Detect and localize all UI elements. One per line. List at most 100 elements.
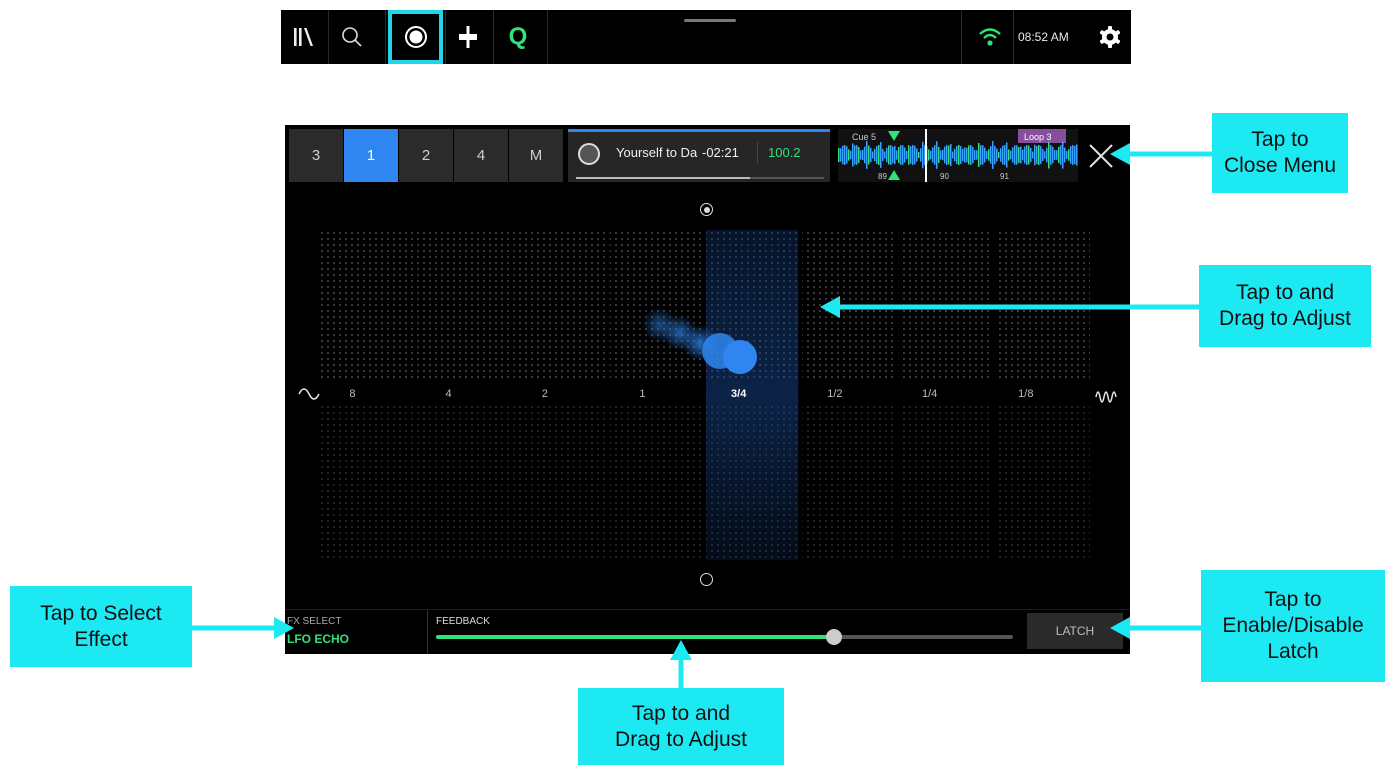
waveform-bar: [994, 145, 996, 165]
album-art: [578, 143, 600, 165]
rate-scale: 8 4 2 1 3/4 1/2 1/4 1/8: [345, 388, 1085, 404]
track-info[interactable]: Yourself to Dance -02:21 100.2: [568, 129, 830, 182]
waveform-bar: [1068, 149, 1070, 161]
deck-tab-2[interactable]: 2: [399, 129, 453, 182]
bottom-controls: FX SELECT LFO ECHO FEEDBACK LATCH: [285, 609, 1130, 654]
waveform-bar: [1010, 150, 1012, 160]
callout-close-menu: Tap to Close Menu: [1212, 113, 1348, 193]
clock: 08:52 AM: [1018, 30, 1069, 44]
rate-label: 1/2: [827, 388, 843, 400]
waveform-bar: [892, 146, 894, 164]
waveform-bar: [956, 145, 958, 165]
waveform-overview[interactable]: Cue 5 Loop 3 89 90 91: [838, 129, 1078, 182]
quantize-icon: Q: [508, 23, 528, 50]
waveform-bar: [1062, 141, 1064, 169]
fx-select-value: LFO ECHO: [287, 632, 349, 646]
deck-tab-1[interactable]: 1: [344, 129, 398, 182]
waveform-bar: [1076, 144, 1078, 166]
waveform-bar: [996, 148, 998, 162]
rate-label: 4: [445, 388, 452, 400]
waveform-bar: [874, 148, 876, 162]
waveform-bar: [1036, 145, 1038, 165]
waveform-bar: [888, 145, 890, 165]
feedback-slider-thumb[interactable]: [826, 629, 843, 645]
waveform-bar: [1024, 146, 1026, 164]
split-button[interactable]: [445, 10, 491, 64]
fx-button[interactable]: [388, 10, 443, 64]
waveform-bar: [866, 141, 868, 169]
fast-wave-icon: [1095, 391, 1117, 403]
track-time-remaining: -02:21: [702, 145, 739, 160]
waveform-bar: [966, 147, 968, 163]
waveform-bar: [1046, 147, 1048, 163]
callout-drag-xy-pad: Tap to and Drag to Adjust: [1199, 265, 1371, 347]
waveform-bar: [864, 146, 866, 164]
waveform-bar: [938, 147, 940, 163]
waveform-bar: [982, 145, 984, 165]
waveform-bar: [898, 147, 900, 163]
waveform-bar: [1072, 145, 1074, 165]
waveform-bar: [862, 149, 864, 161]
waveform-bar: [948, 145, 950, 165]
rate-label: 1/4: [921, 388, 938, 400]
waveform-bar: [920, 148, 922, 162]
fx-select-label: FX SELECT: [287, 616, 342, 627]
waveform-bar: [958, 145, 960, 165]
waveform-bar: [934, 145, 936, 165]
waveform-bar: [960, 146, 962, 164]
wifi-status[interactable]: [967, 10, 1013, 64]
cue-label: Cue 5: [852, 132, 876, 142]
fx-panel: 3 1 2 4 M Yourself to Dance -02:21 100.2…: [285, 125, 1130, 654]
waveform-bar: [904, 147, 906, 163]
deck-tab-4[interactable]: 4: [454, 129, 508, 182]
settings-button[interactable]: [1087, 10, 1133, 64]
waveform-bar: [878, 145, 880, 165]
waveform-bar: [1040, 146, 1042, 164]
waveform-bar: [1044, 151, 1046, 159]
search-button[interactable]: [329, 10, 375, 64]
deck-tab-master[interactable]: M: [509, 129, 563, 182]
waveform-bar: [868, 145, 870, 165]
waveform-bar: [1002, 145, 1004, 165]
xy-pad[interactable]: [320, 195, 1090, 575]
drag-handle[interactable]: [684, 19, 736, 22]
waveform-bar: [952, 151, 954, 159]
waveform-bar: [942, 149, 944, 161]
waveform-bar: [1052, 146, 1054, 164]
waveform-bar: [940, 150, 942, 160]
waveform-bar: [978, 142, 980, 168]
feedback-label: FEEDBACK: [436, 616, 490, 627]
waveform-bar: [932, 147, 934, 163]
loop-label: Loop 3: [1024, 132, 1052, 142]
waveform-bar: [922, 141, 924, 169]
waveform-bar: [964, 147, 966, 163]
deck-tab-3[interactable]: 3: [289, 129, 343, 182]
waveform-bar: [998, 151, 1000, 159]
track-title: Yourself to Dance: [616, 145, 698, 160]
waveform-bar: [988, 149, 990, 161]
latch-button[interactable]: LATCH: [1027, 613, 1123, 649]
waveform-bar: [910, 146, 912, 164]
waveform-bar: [846, 146, 848, 164]
rate-label: 1/8: [1018, 388, 1034, 400]
quantize-button[interactable]: Q: [495, 10, 541, 64]
waveform-bar: [1066, 151, 1068, 159]
waveform-bar: [992, 141, 994, 169]
fx-select-button[interactable]: FX SELECT LFO ECHO: [285, 610, 425, 654]
top-status-bar: Q 08:52 AM: [281, 10, 1131, 64]
waveform-bar: [1050, 145, 1052, 165]
close-button[interactable]: [1088, 143, 1114, 169]
rate-label-selected: 3/4: [731, 388, 747, 400]
waveform-bar: [914, 145, 916, 165]
waveform-bar: [1048, 141, 1050, 169]
library-button[interactable]: [281, 10, 327, 64]
waveform-bar: [854, 145, 856, 165]
waveform-bar: [1020, 146, 1022, 164]
waveform-bar: [1038, 145, 1040, 165]
waveform-bar: [848, 149, 850, 161]
feedback-slider[interactable]: [436, 629, 1013, 645]
track-bpm: 100.2: [768, 145, 801, 160]
waveform-bar: [882, 148, 884, 162]
waveform-bar: [844, 145, 846, 165]
waveform-bar: [852, 143, 854, 167]
